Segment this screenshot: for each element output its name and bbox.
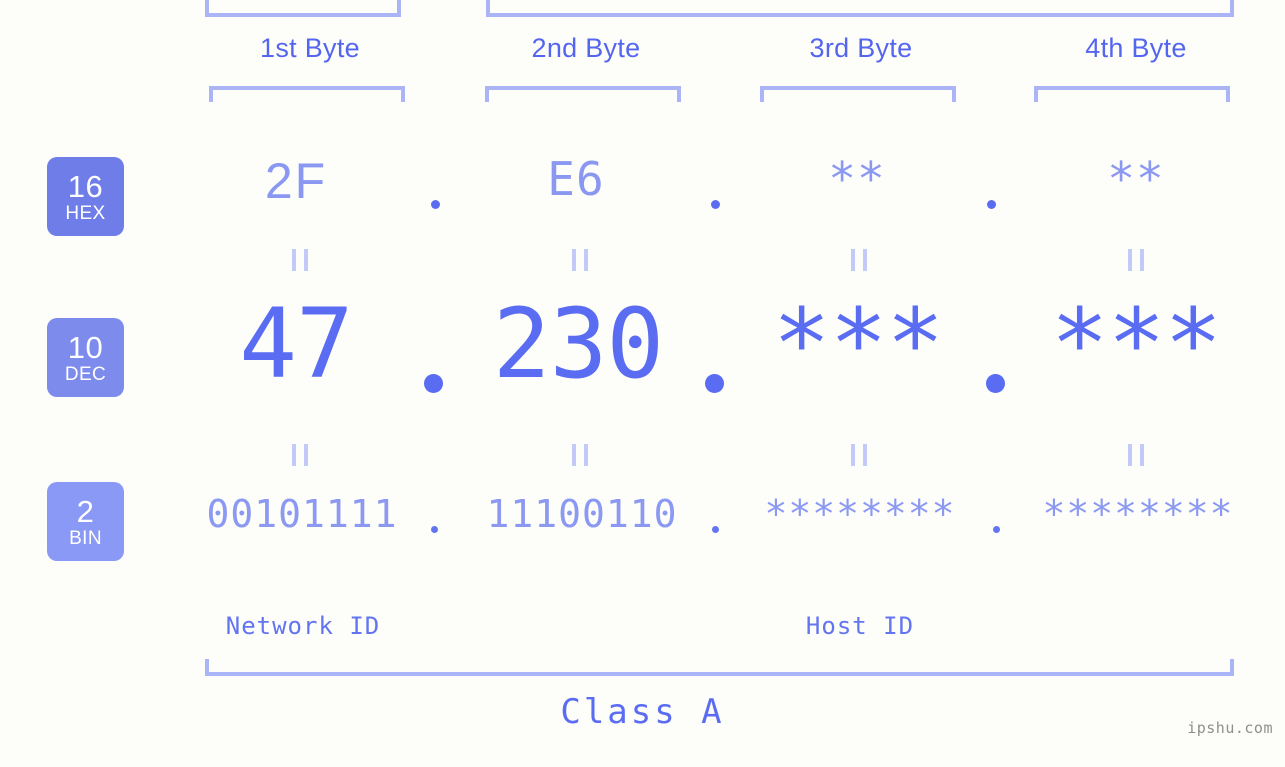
network-id-bracket	[205, 0, 401, 17]
watermark: ipshu.com	[1187, 719, 1273, 737]
network-id-label: Network ID	[225, 612, 381, 640]
hex-separator-dot-2	[711, 200, 720, 209]
hex-separator-dot-1	[431, 200, 440, 209]
base-badge-hex-name: HEX	[65, 202, 106, 224]
byte-header-1: 1st Byte	[260, 33, 360, 63]
host-id-label: Host ID	[805, 612, 915, 640]
class-label: Class A	[560, 692, 725, 732]
equals-mark-dec-bin-4	[1128, 444, 1144, 466]
base-badge-dec-name: DEC	[64, 363, 107, 385]
hex-byte-3: **	[828, 152, 886, 206]
base-badge-dec: 10 DEC	[47, 318, 124, 397]
bin-separator-dot-1	[431, 526, 438, 533]
hex-byte-2: E6	[547, 152, 605, 206]
dec-separator-dot-1	[424, 374, 443, 393]
dec-separator-dot-3	[986, 374, 1005, 393]
bin-byte-3: ********	[764, 492, 956, 536]
byte-header-2: 2nd Byte	[531, 33, 641, 63]
equals-mark-dec-bin-1	[292, 444, 308, 466]
equals-mark-dec-bin-2	[572, 444, 588, 466]
hex-byte-4: **	[1107, 152, 1165, 206]
byte-bracket-4	[1034, 86, 1230, 102]
dec-byte-1: 47	[239, 288, 354, 400]
host-id-bracket	[486, 0, 1234, 17]
byte-header-4: 4th Byte	[1085, 33, 1187, 63]
equals-mark-hex-dec-4	[1128, 249, 1144, 271]
equals-mark-hex-dec-3	[851, 249, 867, 271]
base-badge-bin-number: 2	[76, 493, 95, 529]
ip-address-breakdown-diagram: 1st Byte 2nd Byte 3rd Byte 4th Byte 16 H…	[0, 0, 1285, 767]
equals-mark-hex-dec-2	[572, 249, 588, 271]
bin-separator-dot-3	[993, 526, 1000, 533]
class-bracket	[205, 659, 1234, 676]
byte-header-3: 3rd Byte	[809, 33, 913, 63]
base-badge-hex-number: 16	[67, 168, 104, 204]
bin-separator-dot-2	[712, 526, 719, 533]
dec-byte-4: ***	[1050, 288, 1222, 400]
dec-byte-2: 230	[492, 288, 664, 400]
byte-bracket-2	[485, 86, 681, 102]
base-badge-dec-number: 10	[67, 329, 104, 365]
byte-bracket-3	[760, 86, 956, 102]
dec-byte-3: ***	[772, 288, 944, 400]
bin-byte-2: 11100110	[486, 492, 678, 536]
equals-mark-dec-bin-3	[851, 444, 867, 466]
bin-byte-1: 00101111	[206, 492, 398, 536]
byte-bracket-1	[209, 86, 405, 102]
equals-mark-hex-dec-1	[292, 249, 308, 271]
base-badge-bin-name: BIN	[69, 527, 102, 549]
base-badge-hex: 16 HEX	[47, 157, 124, 236]
hex-separator-dot-3	[987, 200, 996, 209]
base-badge-bin: 2 BIN	[47, 482, 124, 561]
hex-byte-1: 2F	[264, 153, 328, 209]
bin-byte-4: ********	[1042, 492, 1234, 536]
dec-separator-dot-2	[705, 374, 724, 393]
